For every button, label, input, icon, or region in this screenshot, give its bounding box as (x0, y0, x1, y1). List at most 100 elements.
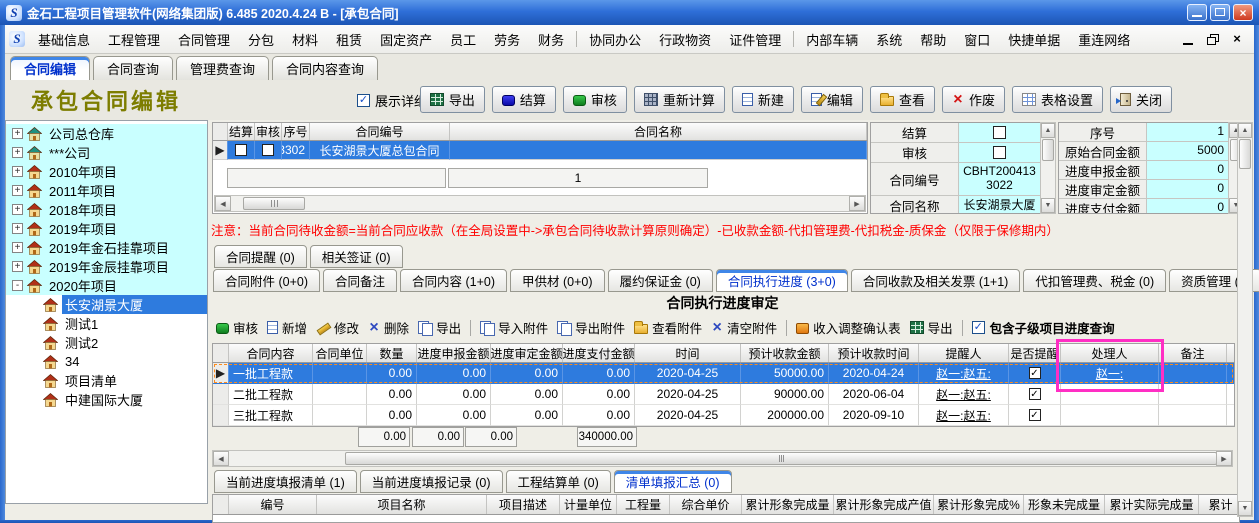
scroll-down-icon[interactable]: ▼ (1041, 198, 1055, 213)
tree-item[interactable]: +2018年项目 (6, 200, 207, 219)
toolbar-item[interactable]: 收入调整确认表 (796, 318, 901, 337)
scroll-right-icon[interactable]: ▶ (1216, 451, 1232, 466)
tree-item[interactable]: 34 (6, 352, 207, 371)
toolbar-item[interactable]: ×删除 (368, 318, 409, 337)
toolbar-button[interactable]: 表格设置 (1012, 86, 1103, 113)
menu-item[interactable]: 协同办公 (580, 27, 650, 52)
close-window-button[interactable]: 关闭 (1110, 86, 1172, 113)
toolbar-button[interactable]: 编辑 (801, 86, 863, 113)
bottom-tab[interactable]: 清单填报汇总 (0) (614, 470, 732, 493)
detail-tab[interactable]: 合同备注 (323, 269, 397, 292)
expand-icon[interactable]: + (12, 261, 23, 272)
menu-item[interactable]: 系统 (867, 27, 911, 52)
menu-item[interactable]: 窗口 (955, 27, 999, 52)
view-attachment-button[interactable]: 查看附件 (634, 318, 702, 337)
toolbar-item[interactable]: 导出 (418, 318, 461, 337)
detail-value[interactable] (959, 143, 1040, 162)
scroll-thumb[interactable] (1239, 139, 1251, 169)
menu-item[interactable]: 员工 (441, 27, 485, 52)
tree-item[interactable]: +2011年项目 (6, 181, 207, 200)
tree-item[interactable]: 长安湖景大厦 (6, 295, 207, 314)
detail-value[interactable]: 1 (1147, 123, 1228, 141)
bottom-tab[interactable]: 当前进度填报清单 (1) (214, 470, 357, 493)
expand-icon[interactable]: + (12, 185, 23, 196)
expand-icon[interactable]: + (12, 204, 23, 215)
detail-tab[interactable]: 合同附件 (0+0) (213, 269, 320, 292)
menu-item[interactable]: 固定资产 (371, 27, 441, 52)
main-tab[interactable]: 合同内容查询 (272, 56, 378, 80)
tree-item[interactable]: +2019年项目 (6, 219, 207, 238)
detail-tab[interactable]: 合同执行进度 (3+0) (716, 269, 848, 292)
checkbox[interactable] (235, 144, 247, 156)
menu-item[interactable]: 租赁 (327, 27, 371, 52)
menu-item[interactable]: 行政物资 (650, 27, 720, 52)
mdi-close-button[interactable]: × (1230, 33, 1244, 45)
maximize-button[interactable] (1210, 4, 1230, 21)
checkbox[interactable] (262, 144, 274, 156)
tree-item[interactable]: +2019年金石挂靠项目 (6, 238, 207, 257)
contract-hscrollbar[interactable]: ◀ ▶ (214, 195, 866, 212)
toolbar-button[interactable]: 结算 (492, 86, 556, 113)
checkbox[interactable]: ✓ (1029, 409, 1041, 421)
menu-item[interactable]: 帮助 (911, 27, 955, 52)
checkbox[interactable]: ✓ (972, 321, 985, 334)
detail-value[interactable]: 长安湖景大厦 (959, 196, 1040, 213)
tree-item[interactable]: 项目清单 (6, 371, 207, 390)
detail-value[interactable]: 0 (1147, 180, 1228, 198)
scroll-up-icon[interactable]: ▲ (1238, 123, 1252, 138)
toolbar-item[interactable]: 新增 (267, 318, 307, 337)
detail-value[interactable]: 0 (1147, 161, 1228, 179)
tree-item[interactable]: +***公司 (6, 143, 207, 162)
menu-item[interactable]: 工程管理 (99, 27, 169, 52)
bottom-tab[interactable]: 当前进度填报记录 (0) (360, 470, 503, 493)
progress-row[interactable]: ▶一批工程款0.000.000.000.002020-04-2550000.00… (213, 363, 1234, 384)
detail-value[interactable] (959, 123, 1040, 142)
toolbar-button[interactable]: 新建 (732, 86, 794, 113)
toolbar-item[interactable]: 审核 (216, 318, 258, 337)
menu-item[interactable]: 合同管理 (169, 27, 239, 52)
bottom-tab[interactable]: 工程结算单 (0) (506, 470, 611, 493)
toolbar-button[interactable]: ×作废 (942, 86, 1005, 113)
detail-tab[interactable]: 相关签证 (0) (310, 245, 403, 268)
detail-tab[interactable]: 合同收款及相关发票 (1+1) (851, 269, 1021, 292)
checkbox[interactable]: ✓ (1029, 388, 1041, 400)
detail-tab[interactable]: 履约保证金 (0) (608, 269, 713, 292)
detail-value[interactable]: CBHT2004133022 (959, 163, 1040, 195)
checkbox[interactable]: ✓ (1029, 367, 1041, 379)
tree-item[interactable]: +2019年金辰挂靠项目 (6, 257, 207, 276)
checkbox[interactable] (993, 126, 1006, 139)
scroll-left-icon[interactable]: ◀ (215, 196, 231, 211)
menu-item[interactable]: 材料 (283, 27, 327, 52)
tree-item[interactable]: +2010年项目 (6, 162, 207, 181)
menu-item[interactable]: 财务 (529, 27, 573, 52)
expand-icon[interactable]: + (12, 128, 23, 139)
minimize-button[interactable] (1187, 4, 1207, 21)
tree-item[interactable]: +公司总仓库 (6, 124, 207, 143)
close-button[interactable]: × (1233, 4, 1253, 21)
scroll-thumb[interactable] (243, 197, 305, 210)
detail-vscrollbar[interactable]: ▲ ▼ (1040, 122, 1056, 214)
tree-item[interactable]: 测试1 (6, 314, 207, 333)
collapse-icon[interactable]: - (12, 280, 23, 291)
menu-item[interactable]: 分包 (239, 27, 283, 52)
include-children-checkbox[interactable]: ✓包含子级项目进度查询 (972, 318, 1115, 337)
tree-item[interactable]: 测试2 (6, 333, 207, 352)
expand-icon[interactable]: + (12, 147, 23, 158)
tree-item[interactable]: 中建国际大厦 (6, 390, 207, 409)
main-tab[interactable]: 合同编辑 (10, 56, 90, 80)
scroll-down-icon[interactable]: ▼ (1238, 501, 1252, 516)
detail-tab[interactable]: 合同提醒 (0) (214, 245, 307, 268)
menu-item[interactable]: 基础信息 (29, 27, 99, 52)
toolbar-button[interactable]: 查看 (870, 86, 935, 113)
progress-hscrollbar[interactable]: ◀ ▶ (212, 450, 1233, 467)
detail-value[interactable]: 0 (1147, 199, 1228, 213)
import-attachment-button[interactable]: 导入附件 (480, 318, 548, 337)
toolbar-item[interactable]: 导出 (910, 318, 953, 337)
tree-item[interactable]: -2020年项目 (6, 276, 207, 295)
scroll-left-icon[interactable]: ◀ (213, 451, 229, 466)
expand-icon[interactable]: + (12, 166, 23, 177)
toolbar-button[interactable]: 审核 (563, 86, 627, 113)
main-tab[interactable]: 合同查询 (93, 56, 173, 80)
contract-table-row[interactable]: ▶CBHT200413302长安湖景大厦总包合同 (213, 141, 867, 160)
expand-icon[interactable]: + (12, 223, 23, 234)
